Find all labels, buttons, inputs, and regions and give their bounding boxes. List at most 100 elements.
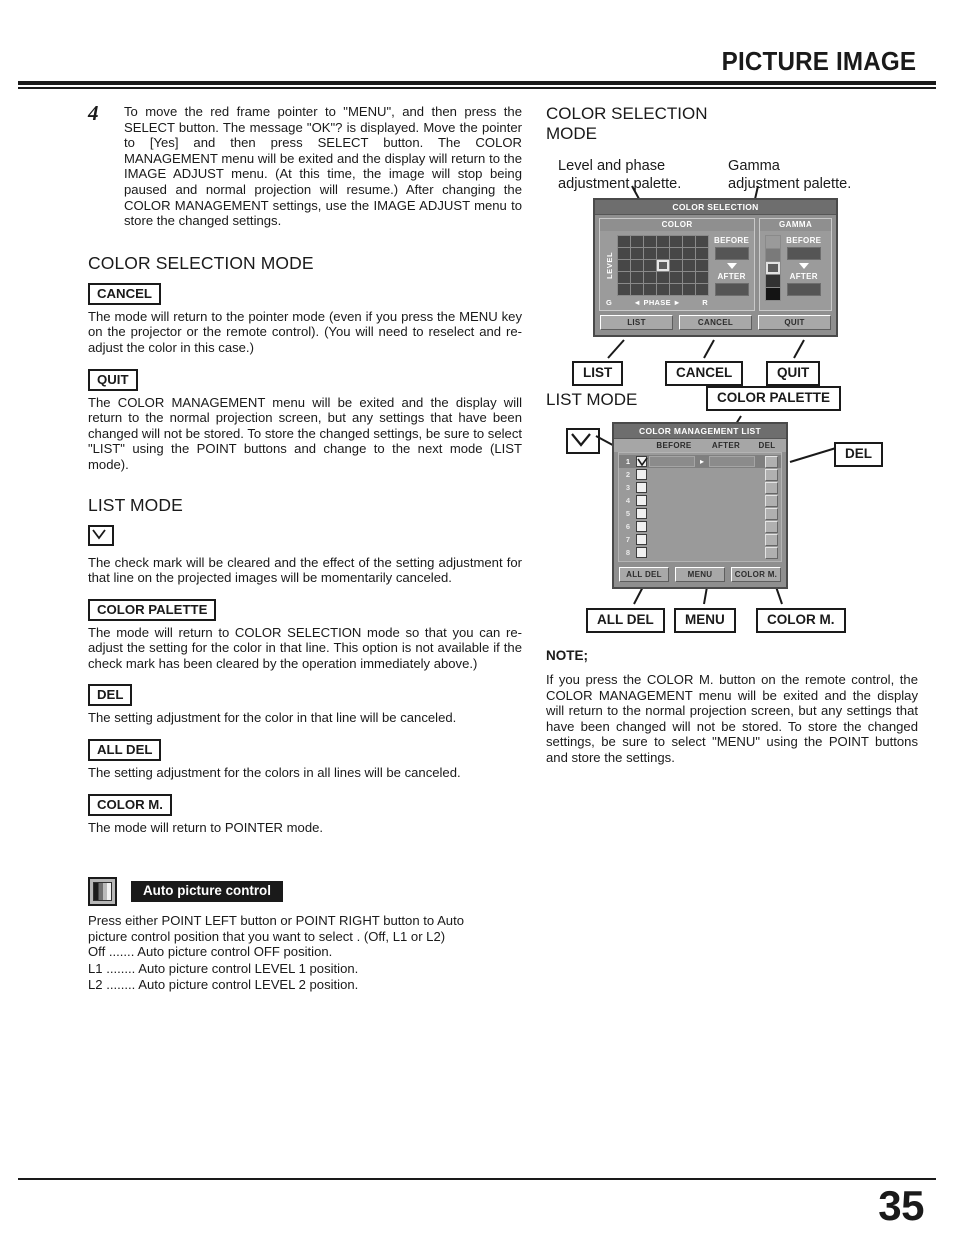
- color-grid[interactable]: [617, 235, 709, 296]
- color-cell[interactable]: [696, 284, 708, 295]
- entry-all-del: ALL DEL The setting adjustment for the c…: [88, 739, 522, 781]
- table-row[interactable]: 3: [619, 481, 781, 494]
- color-cell[interactable]: [670, 272, 682, 283]
- osd-gamma-section: GAMMA BEFORE AFTER: [759, 218, 832, 311]
- row-checkbox[interactable]: [636, 482, 647, 493]
- color-cell[interactable]: [618, 272, 630, 283]
- row-del-button[interactable]: [765, 520, 778, 533]
- color-cell[interactable]: [670, 236, 682, 247]
- table-row[interactable]: 2: [619, 468, 781, 481]
- color-cell[interactable]: [683, 284, 695, 295]
- color-cell[interactable]: [696, 260, 708, 271]
- color-cell[interactable]: [670, 284, 682, 295]
- fig-heading-line-1: COLOR SELECTION: [546, 104, 708, 123]
- callout-box-color-m: COLOR M.: [756, 608, 846, 633]
- row-checkbox[interactable]: [636, 508, 647, 519]
- entry-del: DEL The setting adjustment for the color…: [88, 684, 522, 726]
- text-color-m: The mode will return to POINTER mode.: [88, 819, 324, 835]
- row-checkbox[interactable]: [636, 547, 647, 558]
- gamma-cell-selected[interactable]: [766, 262, 781, 274]
- color-cell[interactable]: [644, 236, 656, 247]
- text-del: The setting adjustment for the color in …: [88, 710, 457, 726]
- phase-right-arrow-icon: ►: [673, 298, 681, 307]
- phase-center: ◄ PHASE ►: [633, 298, 681, 307]
- cs-callout-row: LIST CANCEL QUIT: [546, 339, 918, 390]
- table-row[interactable]: 7: [619, 533, 781, 546]
- text-cancel: The mode will return to the pointer mode…: [88, 308, 522, 355]
- color-cell[interactable]: [631, 236, 643, 247]
- osd-button-quit[interactable]: QUIT: [758, 315, 831, 330]
- row-check-mark-icon[interactable]: [636, 456, 648, 467]
- osd-list-header-after: AFTER: [711, 441, 741, 450]
- row-after-swatch: [709, 534, 755, 545]
- row-after-swatch: [709, 521, 755, 532]
- color-cell[interactable]: [683, 248, 695, 259]
- color-cell[interactable]: [670, 248, 682, 259]
- color-cell[interactable]: [696, 236, 708, 247]
- color-cell[interactable]: [657, 272, 669, 283]
- color-cell[interactable]: [657, 236, 669, 247]
- color-cell[interactable]: [683, 236, 695, 247]
- entry-cancel: CANCEL The mode will return to the point…: [88, 282, 522, 356]
- color-cell[interactable]: [644, 248, 656, 259]
- color-cell[interactable]: [631, 284, 643, 295]
- gamma-after-label: AFTER: [789, 272, 818, 281]
- row-del-button[interactable]: [765, 507, 778, 520]
- color-cell[interactable]: [696, 272, 708, 283]
- color-cell[interactable]: [644, 272, 656, 283]
- gamma-cell[interactable]: [766, 249, 781, 261]
- gamma-cell[interactable]: [766, 288, 781, 300]
- osd-button-list[interactable]: LIST: [600, 315, 673, 330]
- table-row[interactable]: 1 ▸: [619, 455, 781, 468]
- gamma-cell[interactable]: [766, 275, 781, 287]
- row-del-button[interactable]: [765, 546, 778, 559]
- table-row[interactable]: 5: [619, 507, 781, 520]
- color-cell-selected[interactable]: [657, 260, 669, 271]
- color-cell[interactable]: [696, 248, 708, 259]
- osd-title-color-management-list: COLOR MANAGEMENT LIST: [614, 424, 786, 439]
- color-cell[interactable]: [618, 284, 630, 295]
- color-cell[interactable]: [683, 260, 695, 271]
- table-row[interactable]: 8: [619, 546, 781, 559]
- auto-picture-control-option-l1: L1 ........ Auto picture control LEVEL 1…: [88, 961, 522, 977]
- osd-button-cancel[interactable]: CANCEL: [679, 315, 752, 330]
- color-grid-area[interactable]: LEVEL G ◄ PHASE ► R: [605, 235, 709, 307]
- color-cell[interactable]: [644, 260, 656, 271]
- row-checkbox[interactable]: [636, 495, 647, 506]
- color-cell[interactable]: [657, 248, 669, 259]
- osd-button-color-m[interactable]: COLOR M.: [731, 567, 781, 582]
- color-cell[interactable]: [618, 236, 630, 247]
- color-cell[interactable]: [670, 260, 682, 271]
- row-del-button[interactable]: [765, 494, 778, 507]
- row-del-button[interactable]: [765, 468, 778, 481]
- callout-box-menu: MENU: [674, 608, 736, 633]
- row-checkbox[interactable]: [636, 469, 647, 480]
- label-del: DEL: [88, 684, 133, 707]
- auto-picture-control-option-off: Off ....... Auto picture control OFF pos…: [88, 944, 522, 960]
- fig-heading-line-2: MODE: [546, 124, 597, 143]
- row-del-button[interactable]: [765, 533, 778, 546]
- note-text: If you press the COLOR M. button on the …: [546, 672, 918, 765]
- color-cell[interactable]: [631, 260, 643, 271]
- color-cell[interactable]: [644, 284, 656, 295]
- color-cell[interactable]: [618, 260, 630, 271]
- osd-button-menu[interactable]: MENU: [675, 567, 725, 582]
- table-row[interactable]: 4: [619, 494, 781, 507]
- color-cell[interactable]: [631, 272, 643, 283]
- row-del-button[interactable]: [765, 481, 778, 494]
- osd-button-all-del[interactable]: ALL DEL: [619, 567, 669, 582]
- gamma-strip[interactable]: [765, 235, 782, 301]
- gamma-cell[interactable]: [766, 236, 781, 248]
- auto-picture-control-option-l2: L2 ........ Auto picture control LEVEL 2…: [88, 977, 522, 993]
- color-cell[interactable]: [631, 248, 643, 259]
- option-off-key: Off .......: [88, 944, 135, 960]
- heading-color-selection-mode: COLOR SELECTION MODE: [88, 252, 314, 273]
- row-checkbox[interactable]: [636, 521, 647, 532]
- table-row[interactable]: 6: [619, 520, 781, 533]
- row-del-button[interactable]: [765, 455, 778, 468]
- color-cell[interactable]: [618, 248, 630, 259]
- color-cell[interactable]: [683, 272, 695, 283]
- row-number: 1: [625, 457, 631, 466]
- color-cell[interactable]: [657, 284, 669, 295]
- row-checkbox[interactable]: [636, 534, 647, 545]
